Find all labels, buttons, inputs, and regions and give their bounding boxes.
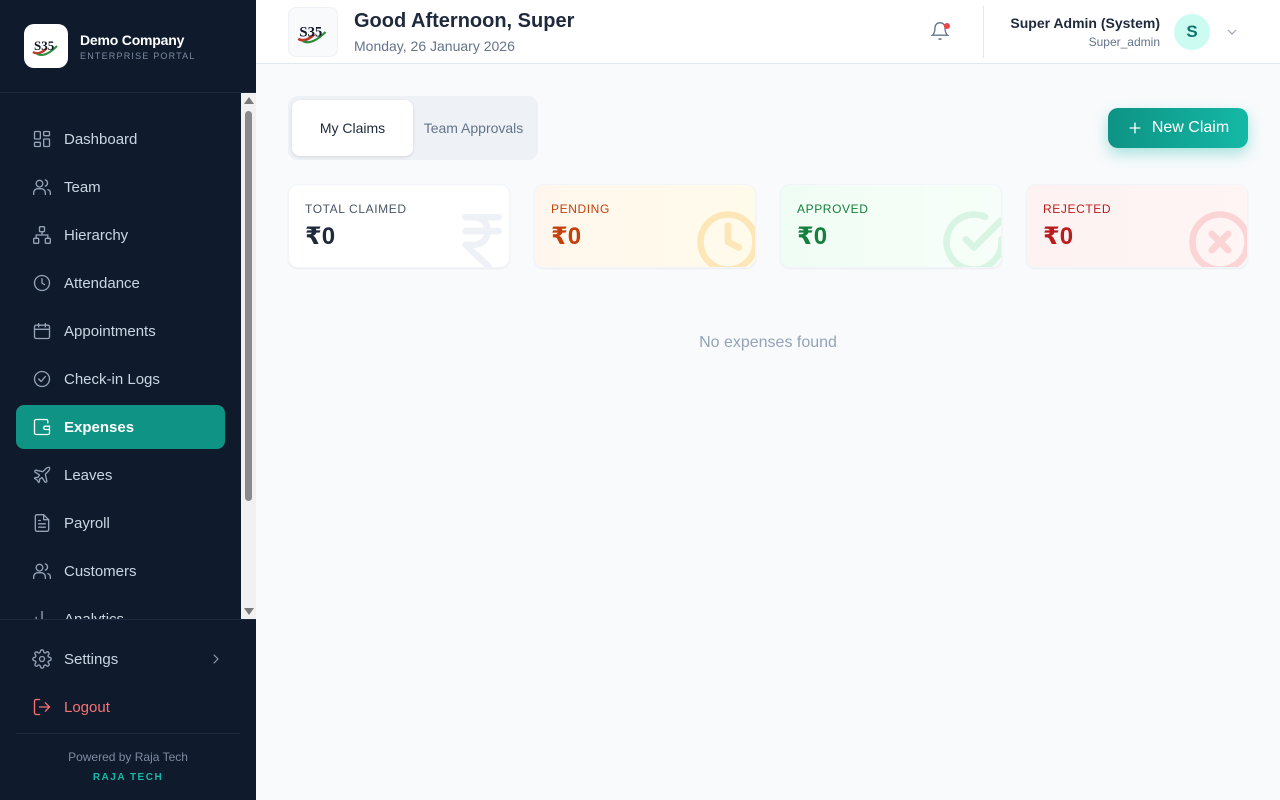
claims-tabs: My Claims Team Approvals xyxy=(288,96,538,160)
user-role: Super_admin xyxy=(1088,35,1160,49)
header-logo-text: S35 xyxy=(299,25,322,41)
company-subtitle: ENTERPRISE PORTAL xyxy=(80,50,196,61)
sidebar-item-label: Team xyxy=(64,178,101,196)
dashboard-grid-icon xyxy=(33,130,51,148)
sidebar-item-dashboard[interactable]: Dashboard xyxy=(16,117,225,161)
avatar[interactable]: S xyxy=(1174,14,1210,50)
sidebar-item-label: Payroll xyxy=(64,514,110,532)
empty-state-message: No expenses found xyxy=(699,334,837,351)
sidebar-item-label: Appointments xyxy=(64,322,156,340)
scroll-down-arrow-icon[interactable] xyxy=(244,608,254,615)
header-divider xyxy=(983,6,984,58)
check-circle-icon xyxy=(941,209,1001,267)
powered-by-text: Powered by Raja Tech xyxy=(68,750,188,764)
brand: S35 Demo Company ENTERPRISE PORTAL xyxy=(0,0,256,93)
plane-icon xyxy=(33,466,51,484)
card-value: ₹0 xyxy=(797,223,828,250)
sidebar-footer: Settings Logout Powered by Raja Tech RAJ… xyxy=(0,619,256,800)
logout-label: Logout xyxy=(64,698,110,716)
sidebar-item-label: Hierarchy xyxy=(64,226,129,244)
gear-icon xyxy=(32,649,52,669)
sidebar-item-label: Expenses xyxy=(64,418,135,436)
sidebar-item-analytics[interactable]: Analytics xyxy=(16,597,225,619)
sidebar-item-label: Dashboard xyxy=(64,130,138,148)
card-label: PENDING xyxy=(551,202,610,216)
tab-my-claims[interactable]: My Claims xyxy=(292,100,413,156)
x-circle-icon xyxy=(1187,209,1247,267)
sidebar-item-attendance[interactable]: Attendance xyxy=(16,261,225,305)
sidebar-item-leaves[interactable]: Leaves xyxy=(16,453,225,497)
sidebar-item-label: Customers xyxy=(64,562,137,580)
company-tag: RAJA TECH xyxy=(92,772,164,783)
calendar-icon xyxy=(33,322,51,340)
card-value: ₹0 xyxy=(305,223,336,250)
card-label: TOTAL CLAIMED xyxy=(305,202,407,216)
pending-card: PENDING ₹0 xyxy=(534,184,756,268)
hierarchy-icon xyxy=(33,226,51,244)
card-label: APPROVED xyxy=(797,202,869,216)
logo-text: S35 xyxy=(34,38,55,53)
notifications-button[interactable] xyxy=(930,21,952,43)
notification-dot xyxy=(944,23,950,29)
footer-divider xyxy=(16,733,240,734)
document-icon xyxy=(34,514,50,532)
clock-icon xyxy=(33,274,51,292)
current-date: Monday, 26 January 2026 xyxy=(354,38,515,54)
sidebar-item-expenses[interactable]: Expenses xyxy=(16,405,225,449)
company-logo: S35 xyxy=(24,24,68,68)
users-icon xyxy=(33,563,51,580)
settings-label: Settings xyxy=(64,650,119,668)
chevron-down-icon xyxy=(1227,29,1237,35)
sidebar: S35 Demo Company ENTERPRISE PORTAL Dashb… xyxy=(0,0,256,800)
approved-card: APPROVED ₹0 xyxy=(780,184,1002,268)
new-claim-button[interactable]: New Claim xyxy=(1108,108,1248,148)
card-label: REJECTED xyxy=(1043,202,1112,216)
sidebar-item-customers[interactable]: Customers xyxy=(16,549,225,593)
top-header: S35 Good Afternoon, Super Monday, 26 Jan… xyxy=(256,0,1280,64)
wallet-icon xyxy=(33,418,51,436)
total-claimed-card: TOTAL CLAIMED ₹0 xyxy=(288,184,510,268)
sidebar-item-team[interactable]: Team xyxy=(16,165,225,209)
check-circle-icon xyxy=(33,370,51,388)
scroll-thumb[interactable] xyxy=(245,111,252,501)
sidebar-item-appointments[interactable]: Appointments xyxy=(16,309,225,353)
tab-team-approvals[interactable]: Team Approvals xyxy=(413,100,534,156)
user-name[interactable]: Super Admin (System) xyxy=(1010,15,1160,31)
users-icon xyxy=(33,179,51,196)
sidebar-nav: Dashboard Team Hierarchy Attendance Appo… xyxy=(0,93,256,619)
card-value: ₹0 xyxy=(551,223,582,250)
greeting-title: Good Afternoon, Super xyxy=(354,10,575,32)
chart-icon xyxy=(35,610,43,619)
user-menu-toggle[interactable] xyxy=(1224,24,1240,40)
scroll-up-arrow-icon[interactable] xyxy=(244,97,254,104)
sidebar-item-payroll[interactable]: Payroll xyxy=(16,501,225,545)
company-name: Demo Company xyxy=(80,31,185,48)
rupee-icon xyxy=(449,209,509,267)
sidebar-item-label: Attendance xyxy=(64,274,140,292)
sidebar-item-label: Analytics xyxy=(64,610,125,620)
settings-button[interactable]: Settings xyxy=(16,637,240,681)
sidebar-item-label: Check-in Logs xyxy=(64,370,160,388)
card-value: ₹0 xyxy=(1043,223,1074,250)
sidebar-item-label: Leaves xyxy=(64,466,113,484)
sidebar-scrollbar[interactable] xyxy=(241,93,256,619)
sidebar-item-check-in-logs[interactable]: Check-in Logs xyxy=(16,357,225,401)
header-logo: S35 xyxy=(288,7,338,57)
chevron-right-icon xyxy=(213,654,219,664)
rejected-card: REJECTED ₹0 xyxy=(1026,184,1248,268)
clock-icon xyxy=(695,209,755,267)
logout-icon xyxy=(33,698,51,716)
new-claim-label: New Claim xyxy=(1151,119,1230,136)
sidebar-item-hierarchy[interactable]: Hierarchy xyxy=(16,213,225,257)
logout-button[interactable]: Logout xyxy=(16,685,240,729)
plus-icon xyxy=(1127,120,1143,136)
